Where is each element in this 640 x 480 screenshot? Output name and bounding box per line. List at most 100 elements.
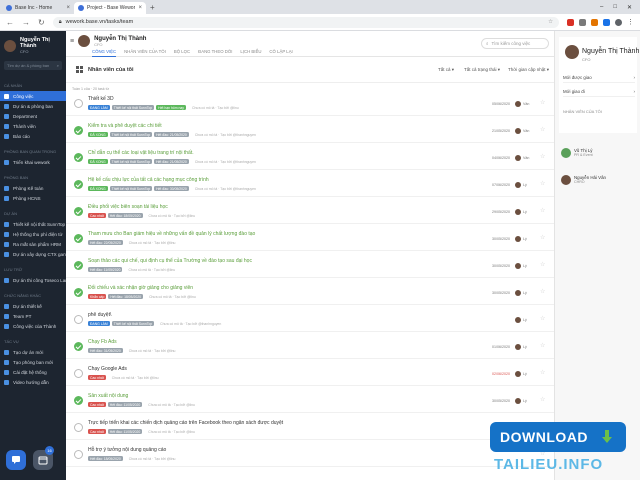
sidebar-item[interactable]: Hệ thống thu phí điện tử [0, 229, 66, 239]
sidebar-item[interactable]: Cài đặt hệ thống [0, 367, 66, 377]
close-tab-icon[interactable]: × [138, 5, 142, 11]
browser-tab-project[interactable]: Project - Base Wework × [74, 2, 146, 14]
header-tab[interactable]: BỘ LỌC [174, 49, 190, 57]
task-row[interactable]: Thiết kế 3D ĐANG LÀM Thiết kế nội thất Sun… [66, 93, 554, 116]
task-checkbox[interactable] [74, 261, 83, 270]
profile-icon[interactable] [615, 18, 622, 26]
task-checkbox[interactable] [74, 207, 83, 216]
task-title[interactable]: Hỗ trợ ý tưởng nội dung quảng cáo [88, 447, 166, 453]
task-row[interactable]: Soạn thảo các qui chế, qui định cụ thể c… [66, 255, 554, 278]
address-bar[interactable]: 🔒︎ wework.base.vn/tasks/team ☆ [52, 16, 559, 28]
sidebar-item[interactable]: Thiết kế nội thất SunnTop [0, 219, 66, 229]
sidebar-item[interactable]: Tạo phòng ban mới [0, 357, 66, 367]
header-tab[interactable]: CÔNG VIỆC [92, 49, 117, 57]
header-tab[interactable]: NHÂN VIÊN CỦA TÔI [124, 49, 166, 57]
sidebar-item[interactable]: Dự án thi công Toseco Land [0, 275, 66, 285]
extension-icon[interactable] [567, 18, 574, 26]
sidebar-item[interactable]: Dự án xây dựng CTX gantt s [0, 249, 66, 259]
task-row[interactable]: Chỉ dẫn cụ thể các loại vật liệu trang t… [66, 147, 554, 170]
grid-view-icon[interactable] [76, 66, 83, 73]
task-checkbox[interactable] [74, 315, 83, 324]
sidebar-item[interactable]: Triển khai wework [0, 157, 66, 167]
task-row[interactable]: Hệ kế cấu chịu lực của tất cả các hạng m… [66, 174, 554, 197]
close-tab-icon[interactable]: × [66, 5, 70, 11]
sidebar-user[interactable]: Nguyễn Thị Thành CFO [0, 31, 66, 56]
task-checkbox[interactable] [74, 288, 83, 297]
star-icon[interactable]: ☆ [540, 126, 545, 133]
member-item[interactable]: Nguyễn Hải Vân CHRO [561, 175, 606, 185]
new-tab-icon[interactable]: + [150, 3, 155, 14]
star-icon[interactable]: ☆ [540, 315, 545, 322]
sidebar-item[interactable]: Department [0, 111, 66, 121]
filter-all-dropdown[interactable]: Tất cả ▾ [438, 67, 454, 73]
maximize-icon[interactable]: □ [613, 4, 617, 11]
star-icon[interactable]: ☆ [540, 288, 545, 295]
sidebar-item[interactable]: Tạo dự án mới [0, 347, 66, 357]
task-title[interactable]: Soạn thảo các qui chế, qui định cụ thể c… [88, 258, 252, 264]
sidebar-item[interactable]: Báo cáo [0, 131, 66, 141]
task-title[interactable]: Kiểm tra và phê duyệt các chi tiết [88, 123, 162, 129]
task-title[interactable]: Sản xuất nội dung [88, 393, 128, 399]
task-checkbox[interactable] [74, 99, 83, 108]
sidebar-item[interactable]: Video hướng dẫn [0, 377, 66, 387]
browser-menu-icon[interactable]: ⋮ [627, 18, 634, 26]
header-tab[interactable]: LỊCH BIỂU [240, 49, 261, 57]
extension-icon[interactable] [603, 18, 610, 26]
header-tab[interactable]: ĐANG THEO DÕI [198, 49, 232, 57]
extension-icon[interactable] [579, 18, 586, 26]
star-icon[interactable]: ☆ [540, 396, 545, 403]
sidebar-item[interactable]: Thành viên [0, 121, 66, 131]
filter-status-dropdown[interactable]: Tất cả trạng thái ▾ [464, 67, 500, 73]
sidebar-item[interactable]: Phòng Kế toán [0, 183, 66, 193]
sidebar-item[interactable]: Phòng HCNS [0, 193, 66, 203]
task-title[interactable]: Trực tiếp triển khai các chiến dịch quản… [88, 420, 283, 426]
task-title[interactable]: Chạy Google Ads [88, 366, 127, 372]
sidebar-item[interactable]: Công việc của Thành [0, 321, 66, 331]
task-checkbox[interactable] [74, 180, 83, 189]
chat-button[interactable] [6, 450, 26, 470]
sidebar-item[interactable]: Công việc [0, 91, 66, 101]
sidebar-search-input[interactable]: Tìm dự án & phòng ban ⌕ [4, 61, 62, 70]
close-window-icon[interactable]: ✕ [627, 4, 632, 11]
extension-icon[interactable] [591, 18, 598, 26]
task-checkbox[interactable] [74, 396, 83, 405]
star-icon[interactable]: ☆ [540, 369, 545, 376]
task-row[interactable]: Sản xuất nội dung Cao nhất Hết đầu: 11/05/… [66, 390, 554, 413]
sidebar-item[interactable]: Team PT [0, 311, 66, 321]
link-assigned-out[interactable]: Mới giao đi › [563, 89, 635, 97]
star-icon[interactable]: ☆ [540, 99, 545, 106]
task-checkbox[interactable] [74, 450, 83, 459]
task-title[interactable]: Chạy Fb Ads [88, 339, 117, 345]
header-tab[interactable]: CÔ LẬP LẠI [269, 49, 292, 57]
star-icon[interactable]: ☆ [540, 180, 545, 187]
minimize-icon[interactable]: – [600, 4, 603, 11]
task-checkbox[interactable] [74, 153, 83, 162]
task-row[interactable]: Điều phối việc biên soạn tài liệu học Cao… [66, 201, 554, 224]
task-checkbox[interactable] [74, 423, 83, 432]
sidebar-item[interactable]: Ra mắt sản phẩm HRM [0, 239, 66, 249]
task-title[interactable]: Đối chiếu và xác nhận giờ giảng cho giản… [88, 285, 193, 291]
member-item[interactable]: Vũ Thị Lý PR & Event [561, 148, 593, 158]
task-row[interactable]: Trực tiếp triển khai các chiến dịch quản… [66, 417, 554, 440]
task-row[interactable]: Tham mưu cho Ban giám hiệu về những vấn … [66, 228, 554, 251]
task-title[interactable]: Điều phối việc biên soạn tài liệu học [88, 204, 168, 210]
task-title[interactable]: Hệ kế cấu chịu lực của tất cả các hạng m… [88, 177, 209, 183]
task-title[interactable]: Chỉ dẫn cụ thể các loại vật liệu trang t… [88, 150, 194, 156]
forward-icon[interactable]: → [22, 18, 30, 27]
menu-icon[interactable]: ≡ [70, 38, 74, 45]
task-checkbox[interactable] [74, 369, 83, 378]
download-button[interactable]: DOWNLOAD [490, 422, 626, 452]
link-newly-assigned[interactable]: Mới được giao › [563, 75, 635, 83]
task-row[interactable]: phê duyệt\ ĐANG LÀM Thiết kế nội thất Sunn… [66, 309, 554, 332]
star-icon[interactable]: ☆ [540, 234, 545, 241]
task-row[interactable]: Hỗ trợ ý tưởng nội dung quảng cáo Hết đầu… [66, 444, 554, 467]
task-search-input[interactable]: ⌕ Tìm kiếm công việc [481, 38, 549, 49]
task-checkbox[interactable] [74, 234, 83, 243]
task-row[interactable]: Đối chiếu và xác nhận giờ giảng cho giản… [66, 282, 554, 305]
star-icon[interactable]: ☆ [540, 153, 545, 160]
back-icon[interactable]: ← [6, 18, 14, 27]
task-title[interactable]: phê duyệt\ [88, 312, 111, 318]
star-icon[interactable]: ☆ [540, 261, 545, 268]
sidebar-item[interactable]: Dự án & phòng ban [0, 101, 66, 111]
filter-time-dropdown[interactable]: Thời gian cập nhật ▾ [508, 67, 549, 73]
